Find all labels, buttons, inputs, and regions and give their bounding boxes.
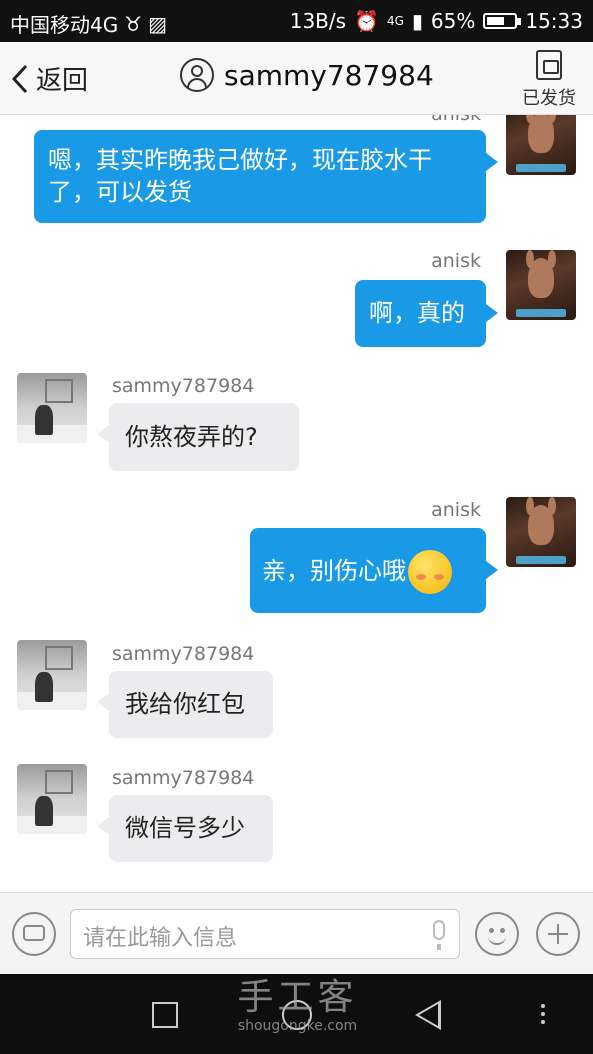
back-label: 返回: [36, 66, 89, 96]
app-notification-icon: ♉: [124, 11, 143, 36]
chat-bubble-icon: [23, 925, 45, 941]
shipped-button[interactable]: 已发货: [519, 50, 579, 110]
bubble-tail: [486, 153, 498, 171]
message-outgoing: anisk 嗯，其实昨晚我己做好，现在胶水干 了，可以发货: [0, 115, 593, 225]
sender-name: sammy787984: [112, 375, 255, 397]
bubble-tail: [97, 693, 109, 711]
sender-name: anisk: [431, 499, 481, 521]
message-bubble[interactable]: 我给你红包: [109, 671, 273, 738]
quick-reply-button[interactable]: [12, 912, 56, 956]
avatar[interactable]: [17, 373, 87, 443]
avatar[interactable]: [506, 250, 576, 320]
network-type: 4G: [386, 14, 404, 28]
signal-icon: ▮: [411, 9, 423, 33]
plus-icon-v: [557, 924, 559, 944]
watermark-url: shougongke.com: [237, 1018, 358, 1034]
status-bar: 中国移动4G ♉ ▨ 13B/s ⏰ 4G ▮ 65% 15:33: [0, 0, 593, 42]
chevron-left-icon: [12, 64, 28, 93]
clock: 15:33: [525, 9, 583, 33]
watermark: 手工客 shougongke.com: [225, 977, 370, 1035]
bubble-tail: [97, 425, 109, 443]
emoji-button[interactable]: [475, 912, 519, 956]
smile-icon: [489, 928, 494, 933]
bubble-tail: [486, 304, 498, 322]
message-text: 我给你红包: [125, 690, 245, 718]
bubble-tail: [486, 561, 498, 579]
package-icon: [536, 50, 562, 80]
message-text: 啊，真的: [369, 299, 465, 327]
recent-apps-button[interactable]: [152, 1002, 178, 1028]
contact-title[interactable]: sammy787984: [180, 58, 434, 92]
shipped-label: 已发货: [522, 88, 576, 109]
sender-name: sammy787984: [112, 767, 255, 789]
microphone-icon[interactable]: [433, 920, 445, 950]
page-title: sammy787984: [224, 58, 434, 92]
avatar[interactable]: [17, 764, 87, 834]
message-bubble[interactable]: 亲，别伤心哦: [250, 528, 486, 613]
avatar[interactable]: [17, 640, 87, 710]
message-bubble[interactable]: 啊，真的: [355, 280, 486, 347]
message-text: 亲，别伤心哦: [262, 557, 406, 585]
menu-button[interactable]: [541, 1004, 545, 1028]
message-input[interactable]: 请在此输入信息: [70, 909, 460, 959]
smile-mouth: [488, 934, 506, 945]
blushing-face-icon: [408, 550, 452, 594]
sender-name: sammy787984: [112, 643, 255, 665]
message-bubble[interactable]: 微信号多少: [109, 795, 273, 862]
input-placeholder: 请在此输入信息: [83, 926, 238, 951]
message-bubble[interactable]: 嗯，其实昨晚我己做好，现在胶水干 了，可以发货: [34, 130, 486, 223]
chat-area[interactable]: anisk 嗯，其实昨晚我己做好，现在胶水干 了，可以发货 anisk 啊，真的…: [0, 115, 593, 892]
message-incoming: sammy787984 微信号多少: [0, 764, 593, 864]
back-button[interactable]: 返回: [12, 60, 88, 97]
smile-eye: [500, 928, 505, 933]
message-incoming: sammy787984 你熬夜弄的?: [0, 373, 593, 473]
network-speed: 13B/s: [289, 9, 347, 33]
message-outgoing: anisk 亲，别伤心哦: [0, 497, 593, 617]
message-text-line: 了，可以发货: [48, 178, 192, 206]
image-notification-icon: ▨: [148, 11, 168, 36]
message-incoming: sammy787984 我给你红包: [0, 640, 593, 740]
carrier-label: 中国移动4G: [10, 13, 119, 37]
battery-percent: 65%: [430, 9, 476, 33]
back-nav-icon: [419, 1004, 438, 1026]
input-bar: 请在此输入信息: [0, 892, 593, 975]
message-text-line: 嗯，其实昨晚我己做好，现在胶水干: [48, 146, 432, 174]
sender-name: anisk: [431, 250, 481, 272]
chat-header: 返回 sammy787984 已发货: [0, 42, 593, 115]
message-text: 微信号多少: [125, 814, 245, 842]
message-text: 你熬夜弄的?: [125, 423, 258, 451]
message-outgoing: anisk 啊，真的: [0, 250, 593, 350]
watermark-logo: 手工客: [237, 977, 358, 1018]
avatar[interactable]: [506, 497, 576, 567]
avatar[interactable]: [506, 115, 576, 175]
add-button[interactable]: [536, 912, 580, 956]
battery-icon: [483, 13, 522, 29]
alarm-icon: ⏰: [354, 9, 379, 33]
sender-name: anisk: [431, 115, 481, 125]
user-icon: [180, 58, 214, 92]
bubble-tail: [97, 817, 109, 835]
message-bubble[interactable]: 你熬夜弄的?: [109, 403, 299, 471]
